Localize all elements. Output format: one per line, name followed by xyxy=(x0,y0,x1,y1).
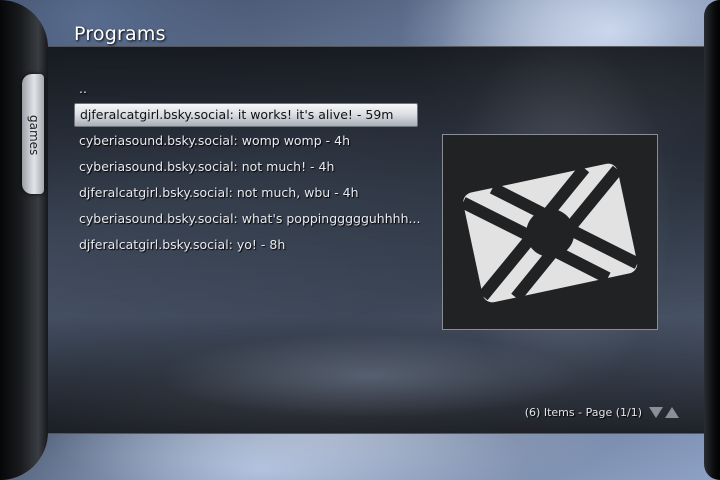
page-info: (6) Items - Page (1/1) xyxy=(524,406,642,419)
list-item[interactable]: djferalcatgirl.bsky.social: not much, wb… xyxy=(74,180,420,206)
page-up-icon[interactable] xyxy=(665,407,679,418)
list-item[interactable]: cyberiasound.bsky.social: what's popping… xyxy=(74,206,420,232)
page-down-icon[interactable] xyxy=(649,407,663,418)
program-list: .. djferalcatgirl.bsky.social: it works!… xyxy=(74,76,420,258)
list-item-parent[interactable]: .. xyxy=(74,76,420,102)
list-item[interactable]: cyberiasound.bsky.social: not much! - 4h xyxy=(74,154,420,180)
side-tab-label: games xyxy=(27,114,41,156)
list-item[interactable]: cyberiasound.bsky.social: womp womp - 4h xyxy=(74,128,420,154)
envelope-x-icon xyxy=(460,163,641,303)
right-frame xyxy=(704,0,720,480)
list-item[interactable]: djferalcatgirl.bsky.social: yo! - 8h xyxy=(74,232,420,258)
left-frame xyxy=(0,0,48,480)
page-title: Programs xyxy=(74,23,166,45)
page-arrows xyxy=(648,405,682,421)
thumbnail-preview xyxy=(442,134,658,330)
list-item[interactable]: djferalcatgirl.bsky.social: it works! it… xyxy=(74,103,418,127)
